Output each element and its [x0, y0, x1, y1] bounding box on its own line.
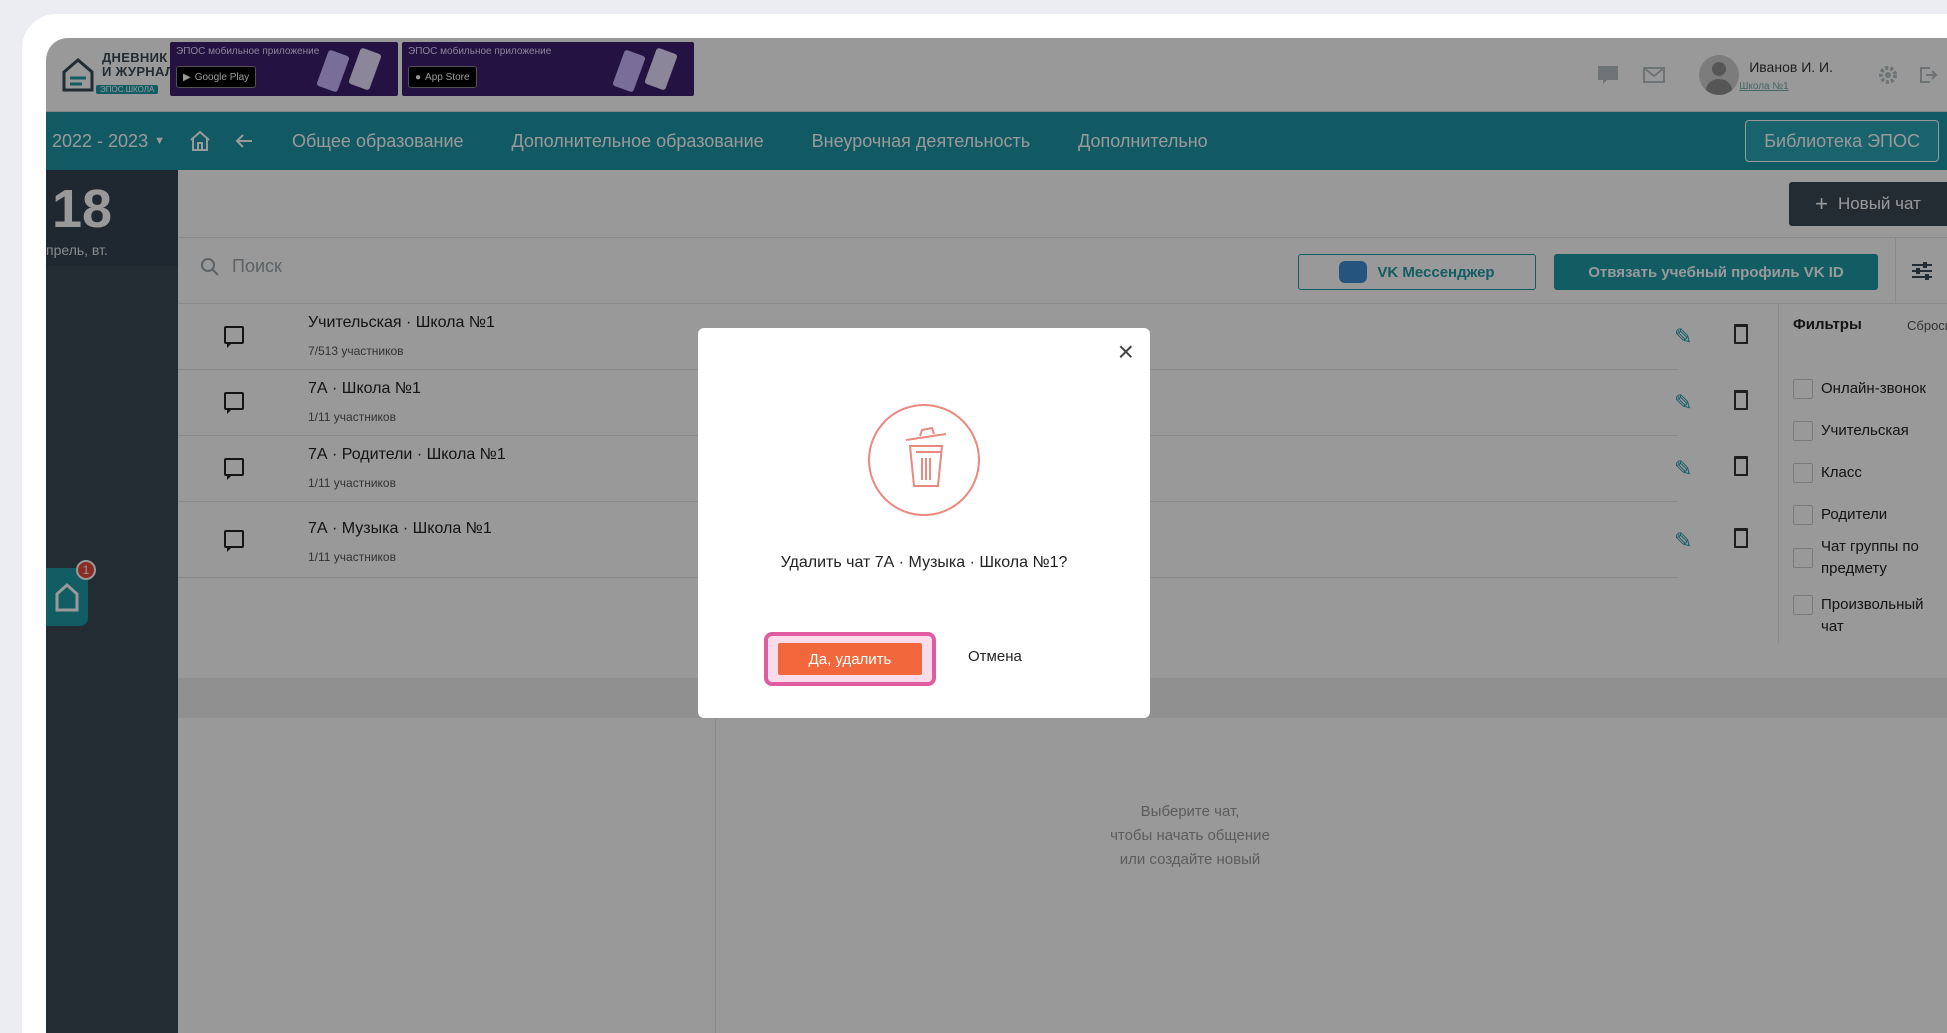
confirm-highlight: Да, удалить — [764, 632, 936, 686]
close-icon[interactable]: × — [1118, 338, 1134, 366]
dialog-question: Удалить чат 7А · Музыка · Школа №1? — [780, 554, 1068, 571]
confirm-delete-button[interactable]: Да, удалить — [778, 643, 922, 675]
trash-icon — [868, 404, 980, 516]
screen: ДНЕВНИК И ЖУРНАЛ ЭПОС.ШКОЛА ЭПОС мобильн… — [22, 14, 1947, 1033]
delete-chat-dialog: × Удалить чат 7А · Музыка · Школа №1? Да… — [698, 328, 1150, 718]
app-window: ДНЕВНИК И ЖУРНАЛ ЭПОС.ШКОЛА ЭПОС мобильн… — [46, 38, 1947, 1033]
device-frame: ДНЕВНИК И ЖУРНАЛ ЭПОС.ШКОЛА ЭПОС мобильн… — [0, 0, 1947, 1033]
cancel-button[interactable]: Отмена — [968, 648, 1022, 665]
